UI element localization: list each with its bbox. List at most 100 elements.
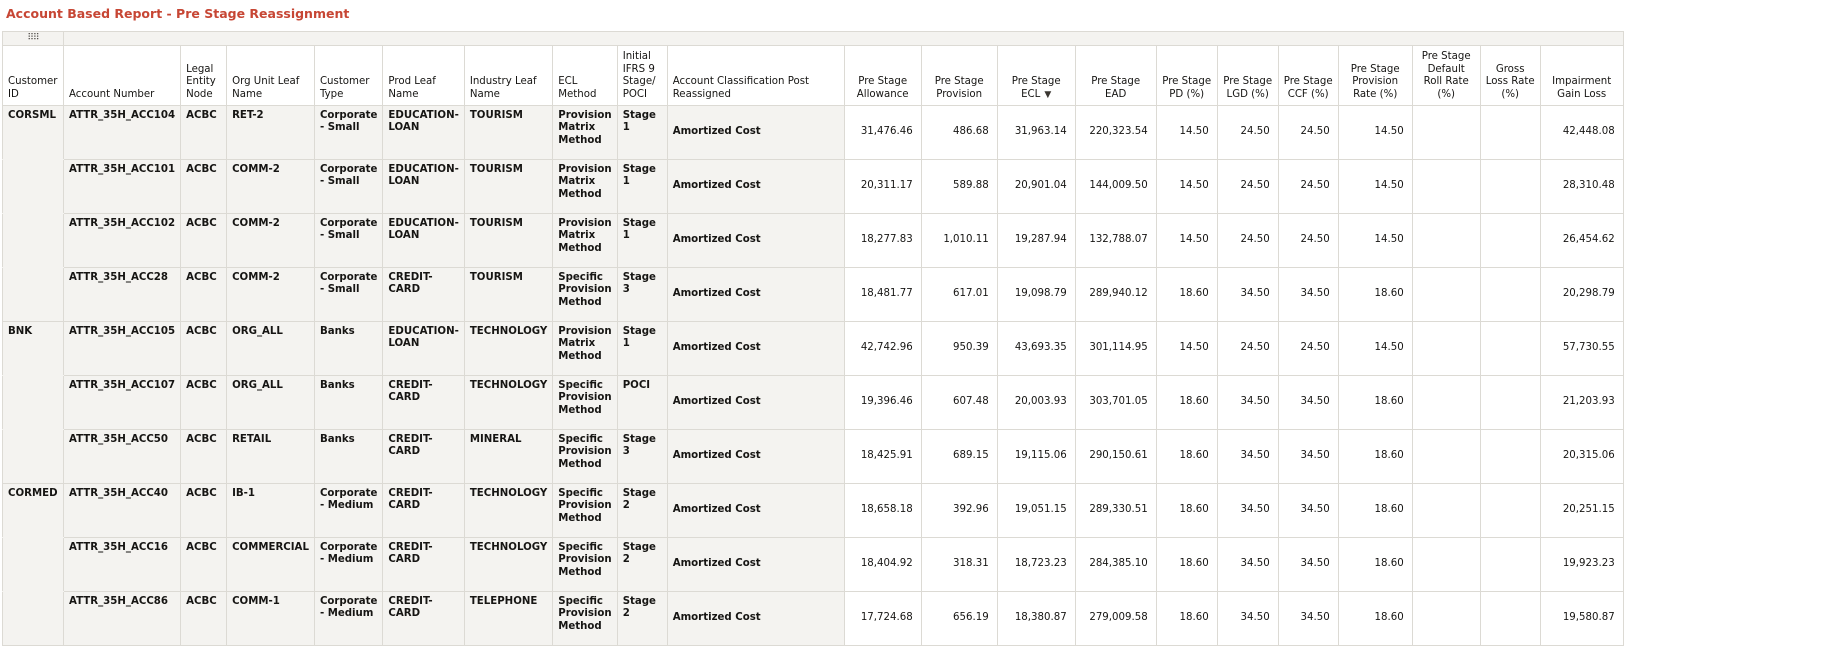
cell-pre-stage-ead: 301,114.95 <box>1074 320 1157 376</box>
cell-impairment-gain-loss: 19,580.87 <box>1539 590 1624 646</box>
column-header-pre-stage-ead[interactable]: Pre Stage EAD <box>1074 44 1157 106</box>
cell-ecl-method: Provision Matrix Method <box>552 158 618 214</box>
column-header-industry-leaf-name[interactable]: Industry Leaf Name <box>463 44 554 106</box>
cell-customer-type: Corporate - Medium <box>313 590 384 646</box>
column-header-pre-stage-provision[interactable]: Pre Stage Provision <box>920 44 998 106</box>
column-header-org-unit-leaf-name[interactable]: Org Unit Leaf Name <box>226 44 315 106</box>
cell-industry-leaf-name: TOURISM <box>463 158 554 214</box>
cell-pre-stage-allowance: 18,425.91 <box>843 428 922 484</box>
cell-pre-stage-lgd: 34.50 <box>1216 590 1279 646</box>
column-header-label: Pre Stage LGD (%) <box>1223 76 1273 100</box>
cell-customer-id: BNK <box>2 320 64 376</box>
cell-pre-stage-default-roll-rate <box>1411 482 1481 538</box>
column-header-pre-stage-ccf[interactable]: Pre Stage CCF (%) <box>1277 44 1339 106</box>
cell-pre-stage-lgd: 34.50 <box>1216 374 1279 430</box>
cell-initial-stage: Stage 2 <box>616 482 668 538</box>
table-row: CORMED ATTR_35H_ACC40 ACBC IB-1 Corporate - … <box>2 482 1624 538</box>
cell-gross-loss-rate <box>1479 320 1541 376</box>
cell-prod-leaf-name: EDUCATION-LOAN <box>382 158 465 214</box>
cell-account-number: ATTR_35H_ACC101 <box>62 158 182 214</box>
cell-account-classification: Amortized Cost <box>666 428 845 484</box>
cell-legal-entity-node: ACBC <box>180 320 228 376</box>
cell-org-unit-leaf-name: COMM-2 <box>226 266 315 322</box>
column-header-pre-stage-lgd[interactable]: Pre Stage LGD (%) <box>1216 44 1279 106</box>
cell-org-unit-leaf-name: COMM-1 <box>226 590 315 646</box>
column-header-pre-stage-ecl[interactable]: Pre Stage ECL ▼ <box>996 44 1076 106</box>
column-header-label: Gross Loss Rate (%) <box>1485 63 1535 100</box>
column-header-customer-id[interactable]: Customer ID <box>2 44 64 106</box>
cell-pre-stage-lgd: 24.50 <box>1216 212 1279 268</box>
cell-customer-type: Banks <box>313 428 384 484</box>
cell-pre-stage-default-roll-rate <box>1411 266 1481 322</box>
column-header-pre-stage-provision-rate[interactable]: Pre Stage Provision Rate (%) <box>1337 44 1413 106</box>
cell-pre-stage-ecl: 31,963.14 <box>996 104 1076 160</box>
cell-legal-entity-node: ACBC <box>180 428 228 484</box>
column-header-label: Org Unit Leaf Name <box>232 76 300 100</box>
cell-industry-leaf-name: MINERAL <box>463 428 554 484</box>
cell-customer-id <box>2 374 64 430</box>
cell-customer-id <box>2 158 64 214</box>
cell-gross-loss-rate <box>1479 536 1541 592</box>
cell-pre-stage-lgd: 24.50 <box>1216 158 1279 214</box>
column-header-legal-entity-node[interactable]: Legal Entity Node <box>180 44 228 106</box>
cell-gross-loss-rate <box>1479 158 1541 214</box>
column-header-label: Pre Stage Provision <box>934 76 984 100</box>
cell-pre-stage-provision-rate: 18.60 <box>1337 590 1413 646</box>
cell-pre-stage-provision-rate: 18.60 <box>1337 536 1413 592</box>
cell-pre-stage-allowance: 19,396.46 <box>843 374 922 430</box>
column-header-prod-leaf-name[interactable]: Prod Leaf Name <box>382 44 465 106</box>
column-header-gross-loss-rate[interactable]: Gross Loss Rate (%) <box>1479 44 1541 106</box>
cell-pre-stage-allowance: 31,476.46 <box>843 104 922 160</box>
drag-handle-icon: ⠿⠿ <box>27 33 39 43</box>
cell-gross-loss-rate <box>1479 590 1541 646</box>
column-header-label: ECL Method <box>558 76 597 100</box>
cell-org-unit-leaf-name: RET-2 <box>226 104 315 160</box>
cell-pre-stage-lgd: 34.50 <box>1216 482 1279 538</box>
cell-legal-entity-node: ACBC <box>180 266 228 322</box>
column-header-account-classification[interactable]: Account Classification Post Reassigned <box>666 44 845 106</box>
cell-legal-entity-node: ACBC <box>180 374 228 430</box>
cell-pre-stage-default-roll-rate <box>1411 158 1481 214</box>
cell-pre-stage-provision: 950.39 <box>920 320 998 376</box>
cell-account-number: ATTR_35H_ACC102 <box>62 212 182 268</box>
cell-gross-loss-rate <box>1479 428 1541 484</box>
cell-pre-stage-ccf: 34.50 <box>1277 428 1339 484</box>
cell-customer-type: Banks <box>313 320 384 376</box>
cell-pre-stage-pd: 14.50 <box>1155 320 1218 376</box>
cell-industry-leaf-name: TECHNOLOGY <box>463 374 554 430</box>
row-edge-drag-handle[interactable]: ⠿⠿ <box>2 31 64 46</box>
cell-account-number: ATTR_35H_ACC86 <box>62 590 182 646</box>
cell-prod-leaf-name: CREDIT-CARD <box>382 266 465 322</box>
column-header-impairment-gain-loss[interactable]: Impairment Gain Loss <box>1539 44 1624 106</box>
cell-pre-stage-ecl: 19,098.79 <box>996 266 1076 322</box>
cell-pre-stage-provision-rate: 18.60 <box>1337 428 1413 484</box>
column-header-pre-stage-pd[interactable]: Pre Stage PD (%) <box>1155 44 1218 106</box>
cell-ecl-method: Provision Matrix Method <box>552 320 618 376</box>
cell-impairment-gain-loss: 20,315.06 <box>1539 428 1624 484</box>
column-header-initial-stage[interactable]: Initial IFRS 9 Stage/ POCI <box>616 44 668 106</box>
column-header-pre-stage-allowance[interactable]: Pre Stage Allowance <box>843 44 922 106</box>
column-header-ecl-method[interactable]: ECL Method <box>552 44 618 106</box>
cell-pre-stage-ead: 132,788.07 <box>1074 212 1157 268</box>
cell-pre-stage-lgd: 34.50 <box>1216 428 1279 484</box>
cell-prod-leaf-name: EDUCATION-LOAN <box>382 104 465 160</box>
cell-legal-entity-node: ACBC <box>180 212 228 268</box>
column-header-pre-stage-default-roll-rate[interactable]: Pre Stage Default Roll Rate (%) <box>1411 44 1481 106</box>
cell-pre-stage-allowance: 17,724.68 <box>843 590 922 646</box>
cell-account-number: ATTR_35H_ACC107 <box>62 374 182 430</box>
cell-pre-stage-pd: 18.60 <box>1155 266 1218 322</box>
cell-pre-stage-pd: 18.60 <box>1155 590 1218 646</box>
cell-pre-stage-provision: 486.68 <box>920 104 998 160</box>
cell-org-unit-leaf-name: COMM-2 <box>226 158 315 214</box>
column-header-label: Pre Stage Default Roll Rate (%) <box>1421 51 1471 100</box>
cell-impairment-gain-loss: 42,448.08 <box>1539 104 1624 160</box>
cell-legal-entity-node: ACBC <box>180 104 228 160</box>
column-header-customer-type[interactable]: Customer Type <box>313 44 384 106</box>
cell-ecl-method: Specific Provision Method <box>552 590 618 646</box>
cell-ecl-method: Provision Matrix Method <box>552 212 618 268</box>
cell-account-number: ATTR_35H_ACC40 <box>62 482 182 538</box>
sort-descending-icon[interactable]: ▼ <box>1044 90 1051 100</box>
cell-impairment-gain-loss: 57,730.55 <box>1539 320 1624 376</box>
table-row: ATTR_35H_ACC86 ACBC COMM-1 Corporate - Medi… <box>2 590 1624 646</box>
column-header-account-number[interactable]: Account Number <box>62 44 182 106</box>
